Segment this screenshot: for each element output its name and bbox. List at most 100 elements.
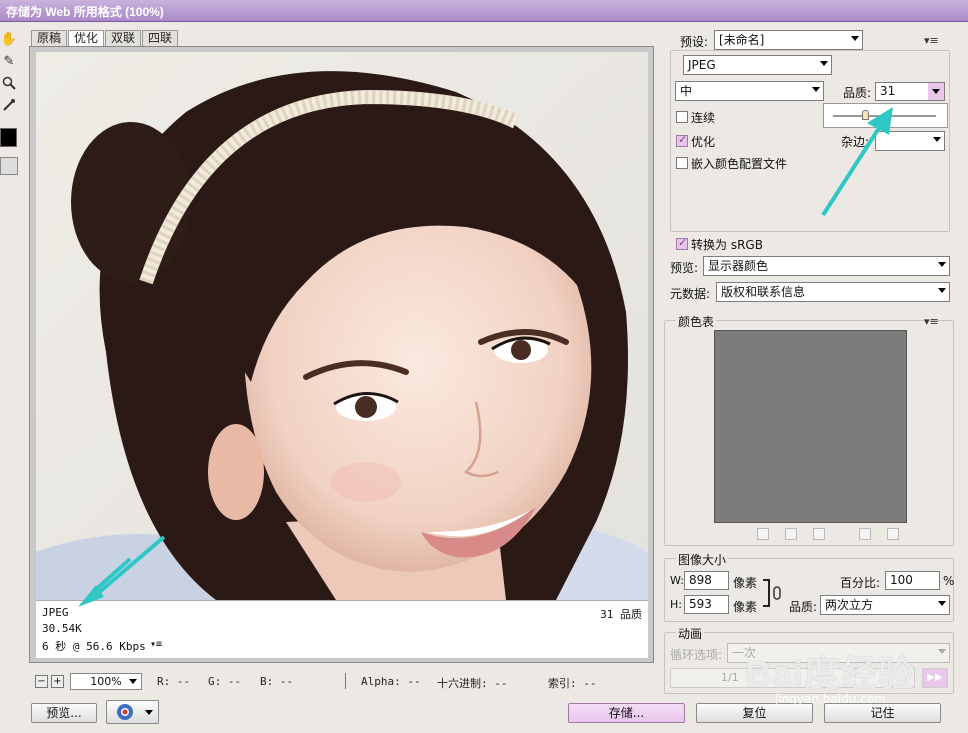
lock-color-icon[interactable]	[813, 528, 825, 540]
chevron-down-icon	[851, 36, 859, 41]
slice-select-tool-icon[interactable]: ✎	[0, 52, 18, 70]
window-title: 存储为 Web 所用格式 (100%)	[6, 5, 164, 19]
height-unit: 像素	[733, 600, 758, 614]
annotation-arrow-icon	[88, 535, 166, 600]
save-button[interactable]: 存储...	[568, 703, 685, 723]
preview-mode-value: 显示器颜色	[708, 259, 769, 273]
embed-profile-checkbox[interactable]	[676, 157, 688, 169]
preset-select[interactable]: [未命名]	[714, 30, 863, 50]
quality-label: 品质:	[843, 86, 872, 100]
title-bar: 存储为 Web 所用格式 (100%)	[0, 0, 968, 22]
preview-mode-select[interactable]: 显示器颜色	[703, 256, 950, 276]
compression-value: 中	[680, 84, 693, 98]
image-size-title: 图像大小	[676, 551, 729, 568]
constrain-proportions-link-icon[interactable]	[762, 578, 784, 608]
readout-index: 索引: --	[548, 677, 597, 690]
convert-srgb-label: 转换为 sRGB	[691, 238, 763, 252]
percent-unit: %	[943, 574, 955, 588]
optimized-image-preview[interactable]	[36, 52, 648, 600]
zoom-tool-icon[interactable]	[0, 74, 18, 92]
map-to-transparent-icon[interactable]	[757, 528, 769, 540]
optimization-info-panel: JPEG 30.54K 6 秒 @ 56.6 Kbps ▾≡ 31 品质	[36, 557, 648, 658]
preset-label: 预设:	[680, 35, 709, 49]
quality-value: 31	[880, 84, 896, 98]
info-format: JPEG	[42, 606, 69, 619]
readout-hex: 十六进制: --	[437, 677, 508, 690]
chevron-down-icon	[820, 61, 828, 66]
metadata-value: 版权和联系信息	[721, 285, 806, 299]
tab-2-up[interactable]: 双联	[105, 30, 142, 46]
percent-input[interactable]: 100	[885, 571, 940, 590]
info-file-size: 30.54K	[42, 622, 82, 635]
annotation-arrow-icon	[821, 107, 893, 217]
chevron-down-icon	[129, 679, 137, 684]
eyedropper-color-swatch[interactable]	[0, 128, 17, 147]
animation-title: 动画	[676, 625, 705, 642]
tab-original[interactable]: 原稿	[31, 30, 68, 46]
web-snap-icon[interactable]	[785, 528, 797, 540]
width-input[interactable]: 898	[684, 571, 729, 590]
annotation-arrowhead-icon	[78, 557, 132, 607]
reset-button[interactable]: 复位	[696, 703, 813, 723]
settings-menu-icon[interactable]: ▾≡	[924, 34, 939, 47]
last-frame-button[interactable]: ▶▶	[922, 668, 948, 688]
download-speed-menu-icon[interactable]: ▾≡	[150, 639, 162, 650]
chevron-down-icon	[938, 262, 946, 267]
zoom-level-select[interactable]: 100%	[70, 673, 142, 690]
tab-optimized[interactable]: 优化	[68, 30, 105, 46]
toggle-slices-visibility-icon[interactable]	[0, 157, 18, 175]
chevron-down-icon	[938, 649, 946, 654]
zoom-in-button[interactable]: +	[51, 675, 64, 688]
divider	[345, 673, 346, 689]
progressive-checkbox[interactable]	[676, 111, 688, 123]
view-tabs: 原稿 优化 双联 四联	[31, 30, 179, 46]
color-table-menu-icon[interactable]: ▾≡	[924, 315, 939, 328]
chevron-down-icon	[933, 137, 941, 142]
trash-icon[interactable]	[887, 528, 899, 540]
chevron-down-icon	[938, 288, 946, 293]
hand-tool-icon[interactable]: ✋	[0, 30, 18, 48]
resample-quality-select[interactable]: 两次立方	[820, 595, 950, 615]
metadata-select[interactable]: 版权和联系信息	[716, 282, 950, 302]
preview-mode-label: 预览:	[670, 261, 699, 275]
optimized-checkbox[interactable]	[676, 133, 688, 147]
metadata-label: 元数据:	[670, 287, 711, 301]
preview-button[interactable]: 预览...	[31, 703, 97, 723]
chevron-down-icon	[938, 601, 946, 606]
readout-g: G: --	[208, 675, 242, 688]
readout-b: B: --	[260, 675, 294, 688]
embed-profile-label: 嵌入颜色配置文件	[691, 157, 788, 171]
chevron-down-icon	[145, 710, 153, 715]
readout-alpha: Alpha: --	[361, 675, 421, 688]
frame-counter: 1/1	[721, 671, 739, 684]
color-table-swatches[interactable]	[714, 330, 907, 523]
new-color-icon[interactable]	[859, 528, 871, 540]
optimized-label: 优化	[691, 135, 716, 149]
chevron-down-icon	[932, 89, 940, 94]
resample-quality-value: 两次立方	[825, 598, 874, 612]
percent-label: 百分比:	[840, 576, 881, 590]
browser-icon	[117, 704, 133, 720]
eyedropper-tool-icon[interactable]	[0, 96, 18, 114]
info-quality: 31 品质	[600, 608, 642, 621]
progressive-label: 连续	[691, 111, 716, 125]
format-select[interactable]: JPEG	[683, 55, 832, 75]
info-download-time: 6 秒 @ 56.6 Kbps	[42, 640, 146, 653]
preset-value: [未命名]	[719, 33, 765, 47]
baidu-watermark-url: jingyan.baidu.com	[775, 692, 886, 706]
loop-options-label: 循环选项:	[670, 648, 723, 662]
convert-srgb-checkbox[interactable]	[676, 236, 688, 250]
quality-slider-toggle[interactable]	[928, 83, 944, 100]
tab-4-up[interactable]: 四联	[142, 30, 179, 46]
color-table-title: 颜色表	[676, 313, 717, 330]
remember-button[interactable]: 记住	[824, 703, 941, 723]
readout-r: R: --	[157, 675, 191, 688]
zoom-out-button[interactable]: −	[35, 675, 48, 688]
format-value: JPEG	[688, 58, 716, 72]
height-input[interactable]: 593	[684, 595, 729, 614]
zoom-level-value: 100%	[90, 675, 122, 688]
compression-select[interactable]: 中	[675, 81, 824, 101]
preview-in-browser-button[interactable]	[106, 700, 159, 724]
quality-input[interactable]: 31	[875, 82, 945, 101]
baidu-watermark: Bai度经验	[745, 653, 916, 694]
